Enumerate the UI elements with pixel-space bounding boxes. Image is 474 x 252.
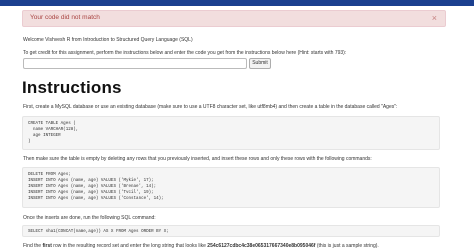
code-line: ) [28, 140, 31, 144]
welcome-text: Welcome Vishvesh R from Introduction to … [23, 37, 193, 43]
close-icon[interactable]: × [432, 12, 437, 24]
find-middle: row in the resulting record set and ente… [51, 243, 208, 249]
code-line: SELECT sha1(CONCAT(name,age)) AS X FROM … [28, 230, 169, 234]
find-instruction: Find the first row in the resulting reco… [23, 243, 379, 249]
create-table-code: CREATE TABLE Ages ( name VARCHAR(128), a… [22, 116, 440, 150]
sample-hash: 254c6127cdbc4c38e065317667340e8b095046f [207, 243, 316, 249]
step-insert-rows: Then make sure the table is empty by del… [23, 156, 372, 162]
step-run-select: Once the inserts are done, run the follo… [23, 215, 156, 221]
alert-message: Your code did not match [30, 14, 100, 21]
submit-button[interactable]: Submit [249, 58, 271, 69]
top-navbar [0, 0, 474, 6]
code-input[interactable] [23, 58, 247, 69]
page-title: Instructions [22, 78, 122, 97]
select-query-code: SELECT sha1(CONCAT(name,age)) AS X FROM … [22, 225, 440, 237]
insert-rows-code: DELETE FROM Ages; INSERT INTO Ages (name… [22, 167, 440, 208]
error-alert: Your code did not match × [22, 10, 446, 27]
find-first-emphasis: first [42, 243, 52, 249]
step-create-table: First, create a MySQL database or use an… [23, 104, 398, 110]
code-line: INSERT INTO Ages (name, age) VALUES ('Co… [28, 197, 164, 201]
find-suffix: (this is just a sample string). [315, 243, 379, 249]
credit-instructions: To get credit for this assignment, perfo… [23, 50, 347, 56]
find-prefix: Find the [23, 243, 43, 249]
